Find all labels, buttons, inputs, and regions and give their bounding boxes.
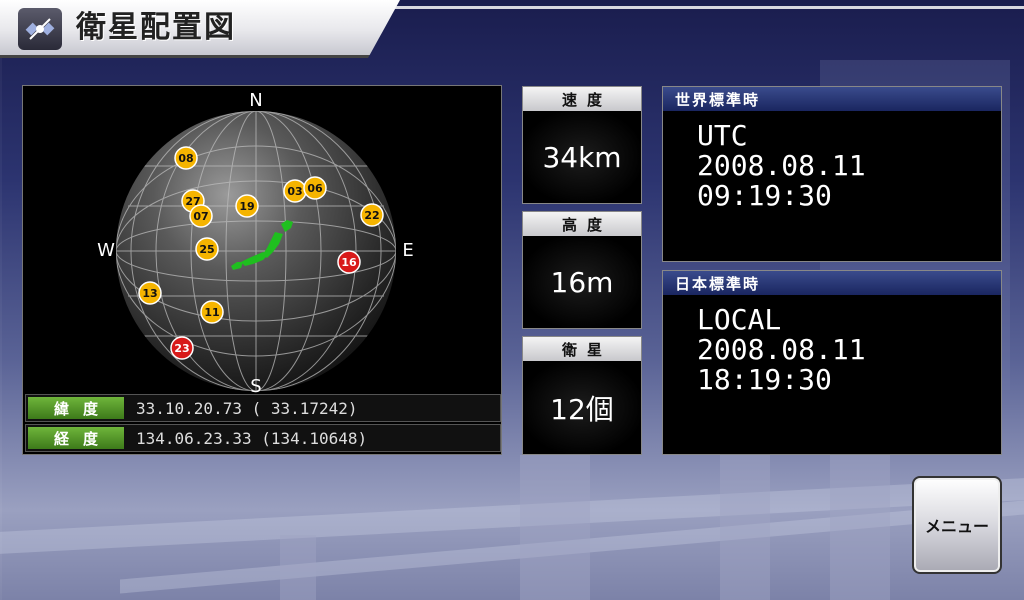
longitude-value: 134.06.23.33 (134.10648): [136, 428, 368, 448]
local-time-panel: 日本標準時 LOCAL 2008.08.11 18:19:30: [662, 270, 1002, 455]
satellite-marker-id: 08: [178, 152, 193, 165]
satellite-marker: 07: [189, 204, 213, 228]
satellite-marker: 19: [235, 194, 259, 218]
utc-label: 世界標準時: [663, 87, 1001, 111]
longitude-label: 経度: [28, 427, 124, 449]
utc-panel: 世界標準時 UTC 2008.08.11 09:19:30: [662, 86, 1002, 262]
satellite-marker-id: 25: [199, 243, 214, 256]
satellite-marker: 11: [200, 300, 224, 324]
background-pillar: [720, 455, 770, 600]
speed-label: 速度: [523, 87, 641, 111]
speed-panel: 速度 34km: [522, 86, 642, 204]
local-time: 18:19:30: [697, 363, 832, 396]
latitude-label: 緯度: [28, 397, 124, 419]
satellite-marker: 23: [170, 336, 194, 360]
background-pillar: [520, 455, 590, 600]
speed-value: 34km: [523, 111, 641, 203]
satellite-marker: 08: [174, 146, 198, 170]
utc-date: 2008.08.11: [697, 149, 866, 182]
menu-button[interactable]: メニュー: [912, 476, 1002, 574]
satellite-marker: 22: [360, 203, 384, 227]
satellite-marker: 03: [283, 179, 307, 203]
latitude-value: 33.10.20.73 ( 33.17242): [136, 398, 358, 418]
satellite-marker: 25: [195, 237, 219, 261]
local-date: 2008.08.11: [697, 333, 866, 366]
utc-zone: UTC: [697, 119, 748, 152]
satellite-marker: 13: [138, 281, 162, 305]
satellite-marker-id: 03: [287, 185, 302, 198]
satellite-globe: N S E W 0827071903 06222516131123: [97, 90, 414, 396]
title-bar: 衛星配置図: [0, 0, 400, 58]
satellite-marker-id: 07: [193, 210, 208, 223]
satellite-marker-id: 06: [307, 182, 323, 195]
compass-west: W: [97, 240, 115, 261]
satellite-count-panel: 衛星 12個: [522, 336, 642, 455]
satellite-marker-id: 22: [364, 209, 379, 222]
background-pillar: [830, 455, 890, 600]
satellite-map-panel: N S E W 08 27 07 19 03 06 22 25 16 13 11 23 緯度 33.1…: [22, 85, 502, 455]
satellite-marker: 06: [303, 176, 327, 200]
altitude-label: 高度: [523, 212, 641, 236]
satellite-marker-id: 13: [142, 287, 157, 300]
utc-time: 09:19:30: [697, 179, 832, 212]
longitude-row: 経度 134.06.23.33 (134.10648): [25, 424, 501, 452]
compass-east: E: [402, 240, 413, 261]
satellite-count-value: 12個: [523, 361, 641, 454]
background-pillar: [280, 535, 316, 600]
background-highway: [0, 478, 1024, 554]
satellite-marker: 16: [337, 250, 361, 274]
title-accent-line: [380, 6, 1024, 9]
satellite-marker-id: 16: [341, 256, 357, 269]
satellite-count-label: 衛星: [523, 337, 641, 361]
page-title: 衛星配置図: [76, 10, 236, 45]
local-label: 日本標準時: [663, 271, 1001, 295]
local-zone: LOCAL: [697, 303, 782, 336]
altitude-value: 16m: [523, 236, 641, 328]
satellite-marker-id: 19: [239, 200, 254, 213]
compass-south: S: [250, 376, 261, 396]
satellite-marker-id: 11: [204, 306, 219, 319]
latitude-row: 緯度 33.10.20.73 ( 33.17242): [25, 394, 501, 422]
satellite-icon: [18, 8, 62, 50]
background-highway: [120, 500, 1024, 594]
altitude-panel: 高度 16m: [522, 211, 642, 329]
satellite-marker-id: 23: [174, 342, 189, 355]
compass-north: N: [249, 90, 262, 111]
